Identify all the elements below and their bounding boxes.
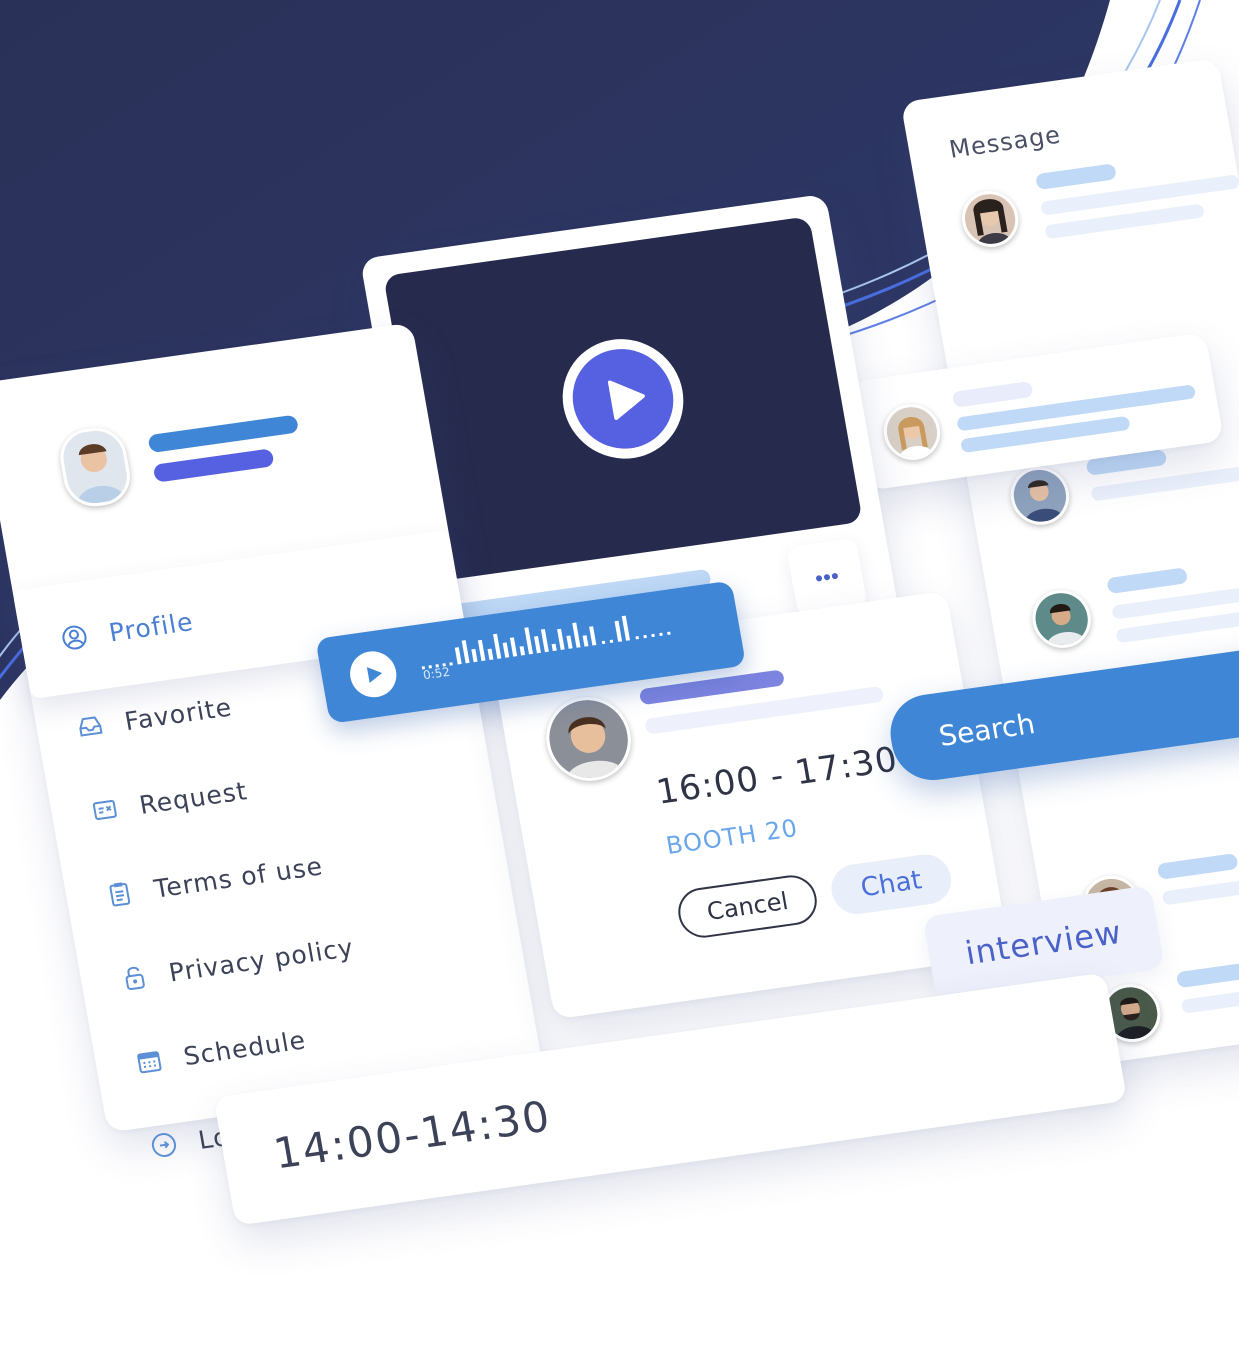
- user-avatar[interactable]: [55, 423, 135, 511]
- message-line: [1035, 163, 1118, 191]
- menu-item-schedule[interactable]: Schedule: [132, 1015, 310, 1088]
- avatar: [879, 400, 945, 464]
- menu-label: Privacy policy: [166, 932, 356, 987]
- message-line: [1175, 961, 1239, 989]
- menu-label: Profile: [106, 606, 196, 647]
- avatar[interactable]: [1006, 463, 1074, 529]
- cancel-button[interactable]: Cancel: [674, 872, 821, 941]
- user-name-line: [147, 414, 300, 454]
- booking-booth: BOOTH 20: [663, 813, 801, 860]
- more-dots-icon: [816, 573, 838, 582]
- audio-play-button[interactable]: [346, 648, 400, 701]
- menu-item-terms[interactable]: Terms of use: [102, 841, 326, 921]
- message-line: [1106, 567, 1189, 595]
- play-icon: [366, 667, 383, 683]
- logout-icon: [149, 1130, 179, 1159]
- menu-label: Favorite: [122, 692, 235, 736]
- inbox-icon: [75, 712, 105, 741]
- audio-duration: 0:52: [421, 664, 452, 683]
- clipboard-icon: [105, 879, 135, 908]
- avatar[interactable]: [1027, 586, 1096, 652]
- play-button[interactable]: [553, 331, 693, 467]
- menu-label: Request: [137, 775, 250, 820]
- chat-button[interactable]: Chat: [827, 851, 956, 918]
- time-slot-text: 14:00-14:30: [269, 1091, 555, 1179]
- calendar-icon: [134, 1047, 164, 1076]
- request-icon: [90, 795, 120, 824]
- play-icon: [607, 380, 645, 420]
- message-line: [951, 380, 1034, 408]
- lock-icon: [119, 963, 149, 992]
- booking-avatar[interactable]: [539, 691, 638, 787]
- video-player[interactable]: [383, 216, 863, 582]
- menu-item-privacy[interactable]: Privacy policy: [117, 922, 357, 1004]
- menu-item-request[interactable]: Request: [88, 765, 252, 836]
- avatar[interactable]: [957, 187, 1023, 251]
- message-title: Message: [947, 120, 1064, 164]
- menu-item-favorite[interactable]: Favorite: [73, 682, 236, 753]
- message-line: [1156, 852, 1239, 880]
- user-circle-icon: [59, 623, 89, 652]
- user-role-line: [152, 448, 275, 483]
- menu-label: Terms of use: [151, 850, 326, 904]
- booking-time: 16:00 - 17:30: [653, 739, 901, 813]
- menu-label: Schedule: [181, 1024, 309, 1071]
